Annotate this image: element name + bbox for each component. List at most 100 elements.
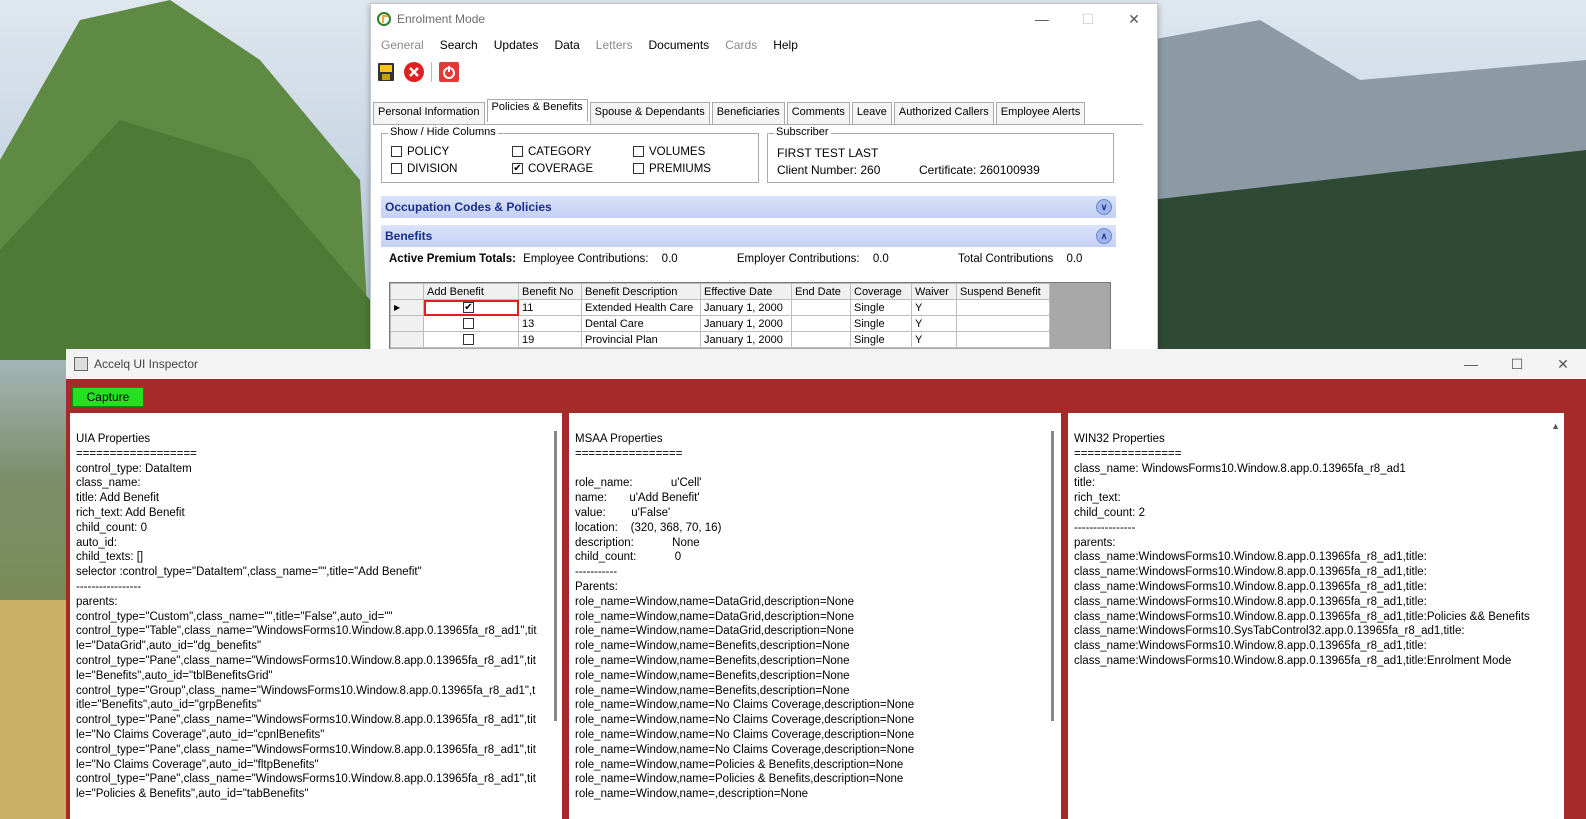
- add-benefit-checkbox[interactable]: [463, 334, 474, 346]
- tab-comments[interactable]: Comments: [786, 102, 850, 124]
- show-hide-legend: Show / Hide Columns: [388, 126, 498, 138]
- cell-cov[interactable]: Single: [850, 299, 912, 316]
- column-header[interactable]: Add Benefit: [423, 283, 519, 300]
- uia-properties-pane[interactable]: UIA Properties ================== contro…: [70, 413, 562, 819]
- cell-end[interactable]: [791, 315, 851, 332]
- cell-no[interactable]: 13: [518, 315, 582, 332]
- cell-desc[interactable]: Provincial Plan: [581, 331, 701, 348]
- collapse-chevron-icon[interactable]: ∧: [1096, 228, 1112, 244]
- row-header[interactable]: [390, 315, 424, 332]
- checkbox-premiums[interactable]: PREMIUMS: [633, 163, 711, 175]
- checkbox-division[interactable]: DIVISION: [391, 163, 457, 175]
- menu-cards[interactable]: Cards: [725, 38, 757, 52]
- employee-contrib-value: 0.0: [661, 253, 678, 265]
- save-icon[interactable]: [375, 61, 397, 83]
- inspector-minimize-button[interactable]: —: [1448, 349, 1494, 379]
- cell-no[interactable]: 11: [518, 299, 582, 316]
- checkbox-box[interactable]: [633, 146, 644, 158]
- uia-scrollbar[interactable]: [554, 431, 557, 721]
- scroll-up-arrow-icon[interactable]: ▲: [1551, 419, 1560, 434]
- msaa-properties-pane[interactable]: MSAA Properties ================ role_na…: [569, 413, 1061, 819]
- benefits-section-header[interactable]: Benefits ∧: [381, 225, 1116, 247]
- menu-search[interactable]: Search: [440, 38, 478, 52]
- checkbox-coverage[interactable]: ✔ COVERAGE: [512, 163, 593, 175]
- cell-desc[interactable]: Extended Health Care: [581, 299, 701, 316]
- checkbox-policy[interactable]: POLICY: [391, 146, 449, 158]
- add-benefit-checkbox[interactable]: ✔: [463, 302, 474, 314]
- checkbox-box[interactable]: [633, 163, 644, 175]
- minimize-button[interactable]: —: [1019, 4, 1065, 34]
- column-header[interactable]: Suspend Benefit: [956, 283, 1050, 300]
- cell-suspend[interactable]: [956, 315, 1050, 332]
- close-button[interactable]: ✕: [1111, 4, 1157, 34]
- uia-properties-text: UIA Properties ================== contro…: [76, 433, 537, 801]
- checkbox-category[interactable]: CATEGORY: [512, 146, 591, 158]
- checkbox-box[interactable]: ✔: [512, 163, 523, 175]
- menu-help[interactable]: Help: [773, 38, 798, 52]
- column-header[interactable]: Benefit Description: [581, 283, 701, 300]
- cell-end[interactable]: [791, 299, 851, 316]
- checkbox-box[interactable]: [512, 146, 523, 158]
- inspector-close-button[interactable]: ✕: [1540, 349, 1586, 379]
- cell-end[interactable]: [791, 331, 851, 348]
- cell-waiver[interactable]: Y: [911, 331, 957, 348]
- client-number-label: Client Number:: [777, 163, 858, 177]
- menu-documents[interactable]: Documents: [648, 38, 709, 52]
- menu-updates[interactable]: Updates: [494, 38, 539, 52]
- subscriber-group: Subscriber FIRST TEST LAST Client Number…: [767, 126, 1114, 183]
- cell-eff[interactable]: January 1, 2000: [700, 299, 792, 316]
- cell-eff[interactable]: January 1, 2000: [700, 331, 792, 348]
- column-header[interactable]: Effective Date: [700, 283, 792, 300]
- table-row[interactable]: ▶ ✔ 11 Extended Health Care January 1, 2000 S…: [390, 299, 1050, 316]
- cell-no[interactable]: 19: [518, 331, 582, 348]
- column-header[interactable]: Benefit No: [518, 283, 582, 300]
- tab-employee-alerts[interactable]: Employee Alerts: [995, 102, 1086, 124]
- row-header[interactable]: ▶: [390, 299, 424, 316]
- table-row[interactable]: 13 Dental Care January 1, 2000 Single Y: [390, 315, 1050, 332]
- menu-data[interactable]: Data: [554, 38, 579, 52]
- toolbar-separator: [431, 62, 432, 82]
- tab-personal-information[interactable]: Personal Information: [373, 102, 485, 124]
- inspector-title: Accelq UI Inspector: [94, 357, 199, 371]
- cell-waiver[interactable]: Y: [911, 315, 957, 332]
- menu-letters[interactable]: Letters: [596, 38, 633, 52]
- capture-button[interactable]: Capture: [72, 387, 144, 407]
- add-benefit-cell[interactable]: ✔: [423, 299, 519, 316]
- column-header[interactable]: Coverage: [850, 283, 912, 300]
- msaa-scrollbar[interactable]: [1051, 431, 1054, 721]
- column-header[interactable]: End Date: [791, 283, 851, 300]
- window-title: Enrolment Mode: [397, 12, 486, 26]
- row-header[interactable]: [390, 331, 424, 348]
- expand-chevron-icon[interactable]: ∨: [1096, 199, 1112, 215]
- menu-general[interactable]: General: [381, 38, 424, 52]
- add-benefit-cell[interactable]: [423, 331, 519, 348]
- tab-leave[interactable]: Leave: [851, 102, 892, 124]
- cell-suspend[interactable]: [956, 331, 1050, 348]
- enrolment-titlebar: Enrolment Mode — ☐ ✕: [371, 4, 1157, 34]
- cell-desc[interactable]: Dental Care: [581, 315, 701, 332]
- table-row[interactable]: 19 Provincial Plan January 1, 2000 Single Y: [390, 331, 1050, 348]
- occupation-section-header[interactable]: Occupation Codes & Policies ∨: [381, 196, 1116, 218]
- checkbox-volumes[interactable]: VOLUMES: [633, 146, 705, 158]
- inspector-maximize-button[interactable]: ☐: [1494, 349, 1540, 379]
- tab-spouse-dependants[interactable]: Spouse & Dependants: [589, 102, 710, 124]
- column-header[interactable]: Waiver: [911, 283, 957, 300]
- menu-bar: General Search Updates Data Letters Documents…: [371, 34, 1157, 56]
- checkbox-box[interactable]: [391, 163, 402, 175]
- cell-cov[interactable]: Single: [850, 315, 912, 332]
- add-benefit-checkbox[interactable]: [463, 318, 474, 330]
- tab-beneficiaries[interactable]: Beneficiaries: [711, 102, 785, 124]
- checkbox-box[interactable]: [391, 146, 402, 158]
- tab-authorized-callers[interactable]: Authorized Callers: [893, 102, 994, 124]
- add-benefit-cell[interactable]: [423, 315, 519, 332]
- cell-waiver[interactable]: Y: [911, 299, 957, 316]
- maximize-button[interactable]: ☐: [1065, 4, 1111, 34]
- win32-properties-pane[interactable]: WIN32 Properties ================ class_…: [1068, 413, 1564, 819]
- cancel-icon[interactable]: [403, 61, 425, 83]
- checkbox-label: COVERAGE: [528, 163, 594, 175]
- power-icon[interactable]: [438, 61, 460, 83]
- cell-cov[interactable]: Single: [850, 331, 912, 348]
- cell-eff[interactable]: January 1, 2000: [700, 315, 792, 332]
- tab-policies-benefits[interactable]: Policies & Benefits: [486, 99, 588, 122]
- cell-suspend[interactable]: [956, 299, 1050, 316]
